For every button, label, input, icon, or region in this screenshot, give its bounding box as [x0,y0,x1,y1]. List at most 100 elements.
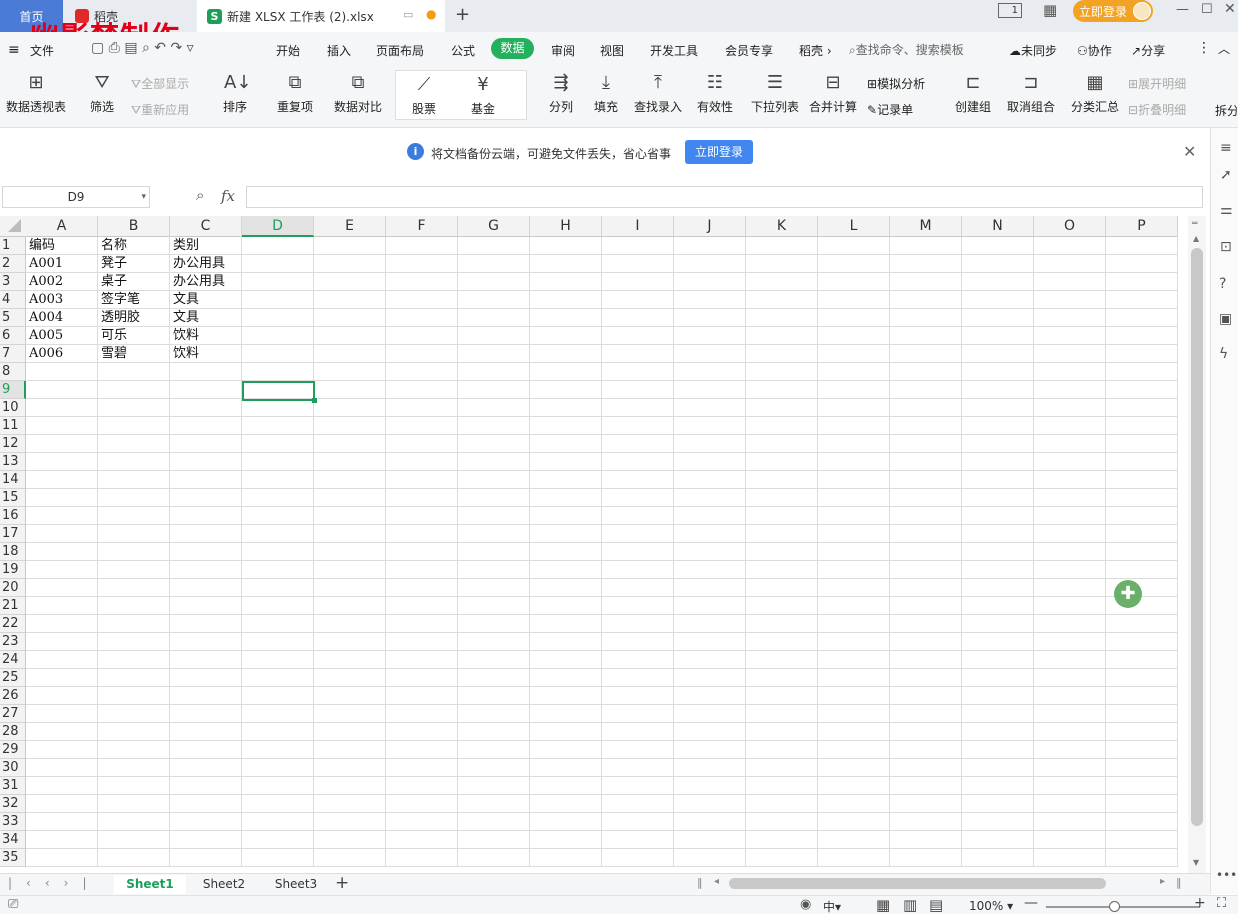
menu-member[interactable]: 会员专享 [725,42,773,59]
row-header-16[interactable]: 16 [0,507,26,525]
pivot-table-button[interactable]: ⊞ 数据透视表 [6,72,66,115]
column-header-h[interactable]: H [530,216,602,237]
fill-button[interactable]: ⤓ 填充 [588,72,624,115]
zoom-out-icon[interactable]: — [1024,895,1038,911]
monitor-icon[interactable]: ▭ [403,8,413,21]
sort-button[interactable]: A↓ 排序 [216,72,254,115]
more-icon[interactable]: ⋮ [1197,40,1211,56]
scroll-up-icon[interactable]: ▲ [1193,234,1199,243]
column-header-p[interactable]: P [1106,216,1178,237]
help-icon[interactable]: ? [1219,276,1226,292]
show-all-button[interactable]: ⛛全部显示 [131,75,189,92]
sidebar-ellipsis-icon[interactable]: ≡ [1220,140,1232,156]
menu-insert[interactable]: 插入 [327,42,351,59]
hscroll-end-icon[interactable]: ‖ [1176,876,1182,889]
row-header-8[interactable]: 8 [0,363,26,381]
menu-developer[interactable]: 开发工具 [650,42,698,59]
sheet-nav-icons[interactable]: |‹‹›| [8,876,100,890]
row-header-4[interactable]: 4 [0,291,26,309]
row-header-30[interactable]: 30 [0,759,26,777]
fill-handle[interactable] [312,398,317,403]
row-header-23[interactable]: 23 [0,633,26,651]
row-header-12[interactable]: 12 [0,435,26,453]
compare-button[interactable]: ⧉ 数据对比 [329,72,387,115]
create-group-button[interactable]: ⊏ 创建组 [954,72,992,115]
fullscreen-icon[interactable]: ⛶ [1217,896,1226,911]
cursor-select-icon[interactable]: ➚ [1220,167,1232,183]
row-header-28[interactable]: 28 [0,723,26,741]
column-header-k[interactable]: K [746,216,818,237]
scroll-right-icon[interactable]: ▸ [1160,876,1165,887]
row-header-14[interactable]: 14 [0,471,26,489]
split-button[interactable]: 拆分 [1215,102,1237,119]
column-header-b[interactable]: B [98,216,170,237]
zoom-level[interactable]: 100% ▾ [969,899,1013,913]
collapse-detail-button[interactable]: ⊟折叠明细 [1128,101,1186,118]
pivot-side-icon[interactable]: ⊡ [1220,239,1232,255]
vertical-scroll-thumb[interactable] [1191,248,1203,826]
row-header-33[interactable]: 33 [0,813,26,831]
row-header-17[interactable]: 17 [0,525,26,543]
cell-c4[interactable]: 文具 [170,291,282,309]
grid-apps-icon[interactable]: ▦ [1043,1,1057,19]
row-header-6[interactable]: 6 [0,327,26,345]
filter-button[interactable]: ⛛ 筛选 [84,72,120,115]
quick-toolbar-icons[interactable]: ▢ ⎙ ▤ ⌕ ↶ ↷ ▿ [91,40,194,56]
cell-c1[interactable]: 类别 [170,237,282,255]
macro-icon[interactable]: ⎚ [8,897,18,912]
collab-button[interactable]: ⚇协作 [1077,42,1112,59]
sync-button[interactable]: ☁未同步 [1009,42,1057,59]
fx-icon[interactable]: fx [221,187,235,205]
scroll-down-icon[interactable]: ▼ [1193,858,1199,867]
row-header-35[interactable]: 35 [0,849,26,867]
new-tab-button[interactable]: + [455,4,470,25]
row-header-26[interactable]: 26 [0,687,26,705]
share-button[interactable]: ↗分享 [1131,42,1165,59]
row-header-11[interactable]: 11 [0,417,26,435]
row-header-1[interactable]: 1 [0,237,26,255]
search-command[interactable]: ⌕查找命令、搜索模板 [849,41,964,58]
fund-button[interactable]: ¥ 基金 [466,74,500,117]
sheet-tab-1[interactable]: Sheet1 [114,875,186,894]
expand-detail-button[interactable]: ⊞展开明细 [1128,75,1186,92]
cell-c5[interactable]: 文具 [170,309,282,327]
row-header-18[interactable]: 18 [0,543,26,561]
whatif-button[interactable]: ⊞模拟分析 [867,75,925,92]
row-header-7[interactable]: 7 [0,345,26,363]
notice-login-button[interactable]: 立即登录 [685,140,753,164]
column-header-m[interactable]: M [890,216,962,237]
row-header-34[interactable]: 34 [0,831,26,849]
reapply-button[interactable]: ⛛重新应用 [131,101,189,118]
row-header-27[interactable]: 27 [0,705,26,723]
row-header-22[interactable]: 22 [0,615,26,633]
menu-data[interactable]: 数据 [491,38,534,59]
cell-c3[interactable]: 办公用具 [170,273,282,291]
maximize-icon[interactable]: ☐ [1201,2,1213,17]
name-box[interactable]: D9 ▾ [2,186,150,208]
stock-button[interactable]: ⟋ 股票 [407,74,441,117]
sheet-tab-2[interactable]: Sheet2 [190,875,258,894]
row-header-10[interactable]: 10 [0,399,26,417]
settings-sliders-icon[interactable]: ⚌ [1220,202,1233,218]
page-indicator[interactable]: 1 [998,3,1022,18]
dropdown-list-button[interactable]: ☰ 下拉列表 [750,72,800,115]
row-header-29[interactable]: 29 [0,741,26,759]
menu-start[interactable]: 开始 [276,42,300,59]
lookup-entry-button[interactable]: ⤒ 查找录入 [633,72,683,115]
split-column-button[interactable]: ⇶ 分列 [543,72,579,115]
column-header-g[interactable]: G [458,216,530,237]
more-horizontal-icon[interactable]: ••• [1216,868,1237,882]
language-switch[interactable]: 中▾ [823,898,841,914]
subtotal-button[interactable]: ▦ 分类汇总 [1070,72,1120,115]
lightning-icon[interactable]: ϟ [1219,346,1228,362]
ungroup-button[interactable]: ⊐ 取消组合 [1002,72,1060,115]
normal-view-icon[interactable]: ▦ [876,896,890,914]
row-header-25[interactable]: 25 [0,669,26,687]
minimize-icon[interactable]: — [1176,2,1189,17]
collapse-ribbon-icon[interactable]: ︿ [1218,40,1230,57]
column-header-l[interactable]: L [818,216,890,237]
horizontal-scroll-thumb[interactable] [729,878,1106,889]
duplicates-button[interactable]: ⧉ 重复项 [272,72,318,115]
menu-review[interactable]: 审阅 [551,42,575,59]
cell-c6[interactable]: 饮料 [170,327,282,345]
